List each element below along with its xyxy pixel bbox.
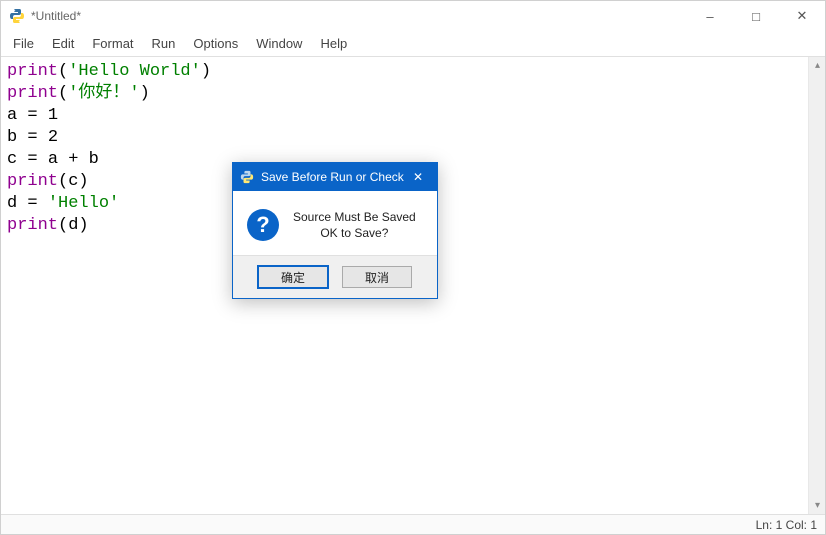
dialog-message-line2: OK to Save? xyxy=(293,225,416,241)
scroll-up-icon[interactable]: ▴ xyxy=(809,57,826,74)
vertical-scrollbar[interactable]: ▴ ▾ xyxy=(808,57,825,514)
menu-format[interactable]: Format xyxy=(84,33,141,54)
maximize-icon: □ xyxy=(752,9,760,24)
menu-window[interactable]: Window xyxy=(248,33,310,54)
scroll-down-icon[interactable]: ▾ xyxy=(809,497,826,514)
dialog-message: Source Must Be Saved OK to Save? xyxy=(293,209,416,241)
save-before-run-dialog: Save Before Run or Check ✕ ? Source Must… xyxy=(232,162,438,299)
cancel-button[interactable]: 取消 xyxy=(342,266,412,288)
close-icon: ✕ xyxy=(797,8,808,24)
question-icon: ? xyxy=(247,209,279,241)
statusbar: Ln: 1 Col: 1 xyxy=(1,514,825,534)
menu-help[interactable]: Help xyxy=(312,33,355,54)
dialog-button-row: 确定 取消 xyxy=(233,255,437,298)
dialog-title: Save Before Run or Check xyxy=(261,170,405,184)
dialog-message-line1: Source Must Be Saved xyxy=(293,209,416,225)
dialog-body: ? Source Must Be Saved OK to Save? xyxy=(233,191,437,255)
python-icon xyxy=(239,169,255,185)
titlebar: *Untitled* – □ ✕ xyxy=(1,1,825,31)
cursor-position: Ln: 1 Col: 1 xyxy=(756,518,817,532)
menu-run[interactable]: Run xyxy=(144,33,184,54)
ok-button[interactable]: 确定 xyxy=(258,266,328,288)
window-title: *Untitled* xyxy=(31,9,81,23)
menu-options[interactable]: Options xyxy=(185,33,246,54)
menu-file[interactable]: File xyxy=(5,33,42,54)
minimize-icon: – xyxy=(706,9,713,24)
menu-edit[interactable]: Edit xyxy=(44,33,82,54)
python-icon xyxy=(9,8,25,24)
minimize-button[interactable]: – xyxy=(687,1,733,31)
dialog-titlebar: Save Before Run or Check ✕ xyxy=(233,163,437,191)
close-icon: ✕ xyxy=(413,170,423,184)
dialog-close-button[interactable]: ✕ xyxy=(405,166,431,188)
close-button[interactable]: ✕ xyxy=(779,1,825,31)
menubar: File Edit Format Run Options Window Help xyxy=(1,31,825,57)
maximize-button[interactable]: □ xyxy=(733,1,779,31)
